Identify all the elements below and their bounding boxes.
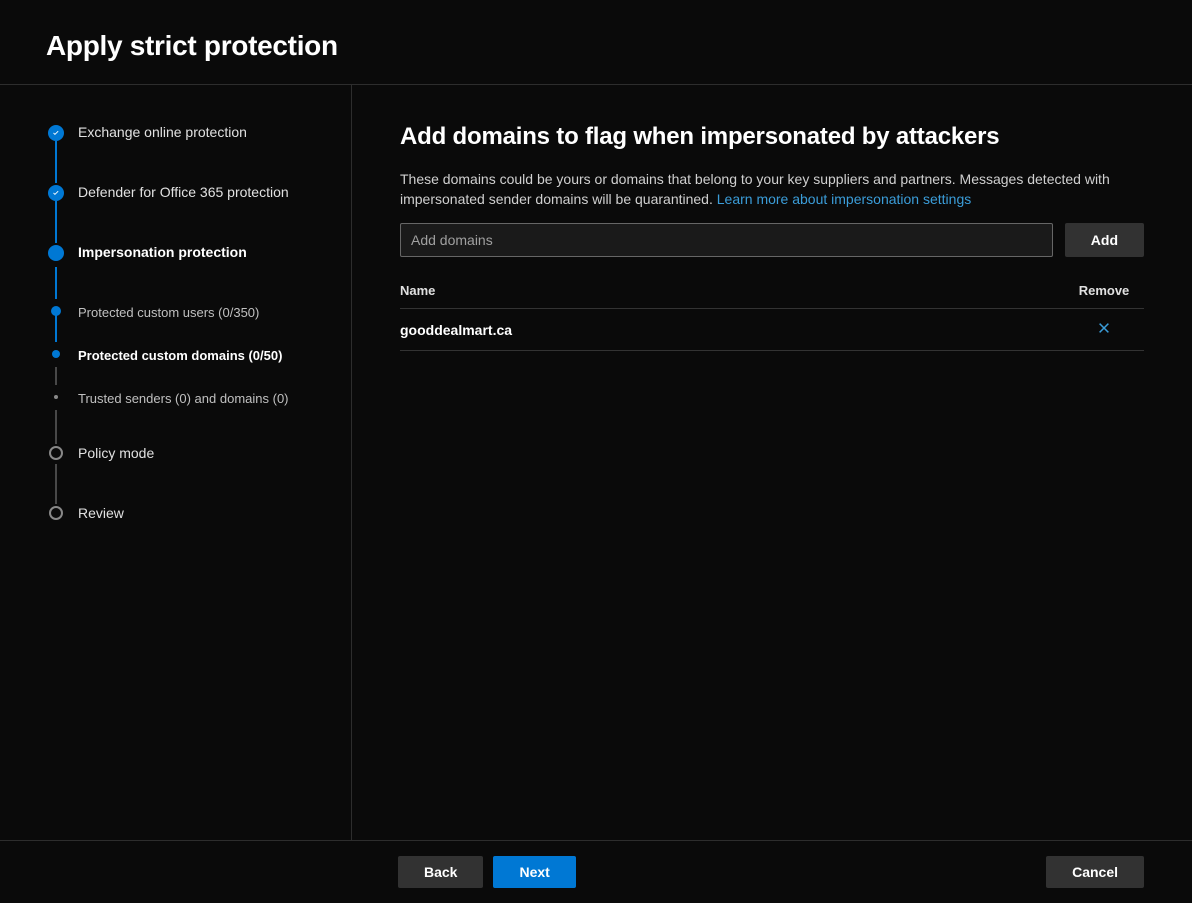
pending-step-icon xyxy=(49,506,63,520)
step-label: Defender for Office 365 protection xyxy=(78,183,331,201)
step-impersonation-protection[interactable]: Impersonation protection xyxy=(48,243,331,275)
substep-protected-users[interactable]: Protected custom users (0/350) xyxy=(48,299,331,330)
content-description: These domains could be yours or domains … xyxy=(400,169,1144,209)
add-button[interactable]: Add xyxy=(1065,223,1144,257)
main-content: Add domains to flag when impersonated by… xyxy=(352,85,1192,840)
step-policy-mode[interactable]: Policy mode xyxy=(48,444,331,476)
column-header-name: Name xyxy=(400,283,1064,298)
domain-name: gooddealmart.ca xyxy=(400,322,1064,338)
page-header: Apply strict protection xyxy=(0,0,1192,85)
table-header: Name Remove xyxy=(400,273,1144,309)
substep-protected-domains[interactable]: Protected custom domains (0/50) xyxy=(48,342,331,373)
add-domain-row: Add xyxy=(400,223,1144,257)
step-label: Exchange online protection xyxy=(78,123,331,141)
step-label: Policy mode xyxy=(78,444,331,462)
wizard-steps-sidebar: Exchange online protection Defender for … xyxy=(0,85,352,840)
checkmark-icon xyxy=(48,125,64,141)
pending-substep-icon xyxy=(54,395,58,399)
step-exchange-online-protection[interactable]: Exchange online protection xyxy=(48,123,331,155)
add-domain-input[interactable] xyxy=(400,223,1053,257)
table-row: gooddealmart.ca xyxy=(400,309,1144,351)
domains-table: Name Remove gooddealmart.ca xyxy=(400,273,1144,351)
step-label: Impersonation protection xyxy=(78,243,331,261)
cancel-button[interactable]: Cancel xyxy=(1046,856,1144,888)
current-step-icon xyxy=(48,245,64,261)
substep-label: Trusted senders (0) and domains (0) xyxy=(78,391,331,406)
content-heading: Add domains to flag when impersonated by… xyxy=(400,123,1144,151)
substep-label: Protected custom domains (0/50) xyxy=(78,348,331,363)
checkmark-icon xyxy=(48,185,64,201)
current-substep-icon xyxy=(52,350,60,358)
substep-trusted-senders[interactable]: Trusted senders (0) and domains (0) xyxy=(48,385,331,416)
page-title: Apply strict protection xyxy=(46,30,1146,62)
wizard-footer: Back Next Cancel xyxy=(0,840,1192,903)
column-header-remove: Remove xyxy=(1064,283,1144,298)
back-button[interactable]: Back xyxy=(398,856,483,888)
next-button[interactable]: Next xyxy=(493,856,575,888)
remove-icon[interactable] xyxy=(1097,321,1111,335)
pending-step-icon xyxy=(49,446,63,460)
step-review[interactable]: Review xyxy=(48,504,331,536)
step-label: Review xyxy=(78,504,331,522)
learn-more-link[interactable]: Learn more about impersonation settings xyxy=(717,191,971,207)
step-defender-office365[interactable]: Defender for Office 365 protection xyxy=(48,183,331,215)
substeps: Protected custom users (0/350) Protected… xyxy=(48,281,331,416)
body: Exchange online protection Defender for … xyxy=(0,85,1192,840)
substep-label: Protected custom users (0/350) xyxy=(78,305,331,320)
